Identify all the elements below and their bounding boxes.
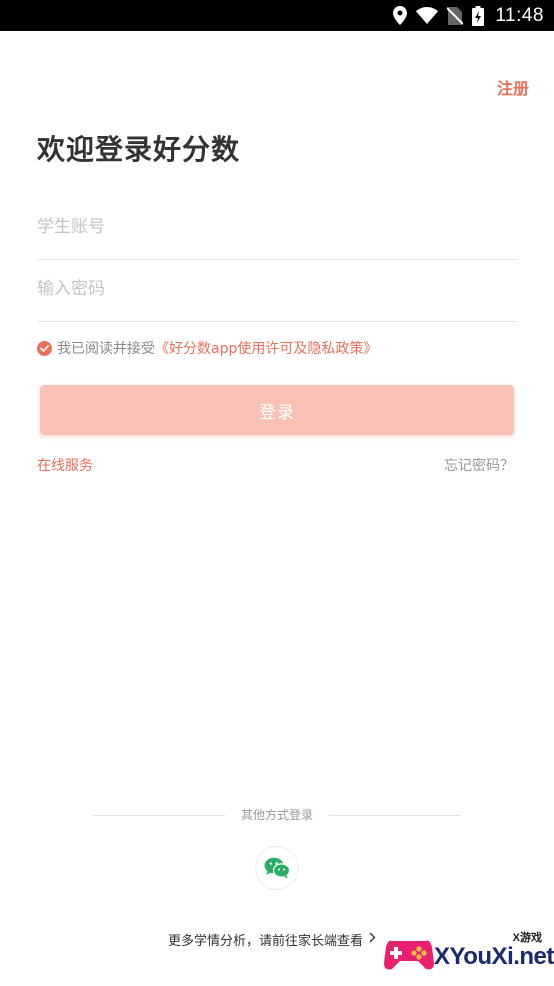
checkmark-icon xyxy=(40,344,49,352)
wifi-icon xyxy=(416,7,439,24)
wechat-login-button[interactable] xyxy=(255,846,299,890)
online-service-link[interactable]: 在线服务 xyxy=(37,455,93,475)
student-account-input[interactable] xyxy=(37,197,517,257)
status-bar: 11:48 xyxy=(0,0,554,31)
password-input[interactable] xyxy=(37,259,517,319)
agreement-text: 我已阅读并接受 xyxy=(57,341,155,357)
forgot-password-link[interactable]: 忘记密码？ xyxy=(444,455,514,475)
no-sim-icon xyxy=(447,6,464,25)
gamepad-logo-icon xyxy=(384,940,434,970)
privacy-policy-link[interactable]: 《好分数app使用许可及隐私政策》 xyxy=(155,338,377,358)
password-field-container xyxy=(37,259,517,322)
account-field-container xyxy=(37,197,517,260)
other-login-label: 其他方式登录 xyxy=(240,808,313,822)
status-icons: 11:48 xyxy=(393,0,544,31)
location-icon xyxy=(393,6,408,25)
agreement-row: 我已阅读并接受 《好分数app使用许可及隐私政策》 xyxy=(37,338,377,358)
login-button[interactable]: 登录 xyxy=(40,385,514,435)
watermark: X游戏 XYouXi.net xyxy=(384,925,554,981)
parent-app-hint[interactable]: 更多学情分析，请前往家长端查看 xyxy=(168,930,376,949)
watermark-site-text: XYouXi.net xyxy=(434,943,554,970)
parent-hint-text: 更多学情分析，请前往家长端查看 xyxy=(168,934,364,949)
register-link[interactable]: 注册 xyxy=(497,75,529,99)
wechat-icon xyxy=(264,857,290,879)
battery-icon xyxy=(472,5,485,26)
status-time: 11:48 xyxy=(495,4,544,26)
chevron-right-icon xyxy=(369,932,376,947)
agreement-checkbox[interactable] xyxy=(37,340,52,356)
page-title: 欢迎登录好分数 xyxy=(37,133,241,166)
